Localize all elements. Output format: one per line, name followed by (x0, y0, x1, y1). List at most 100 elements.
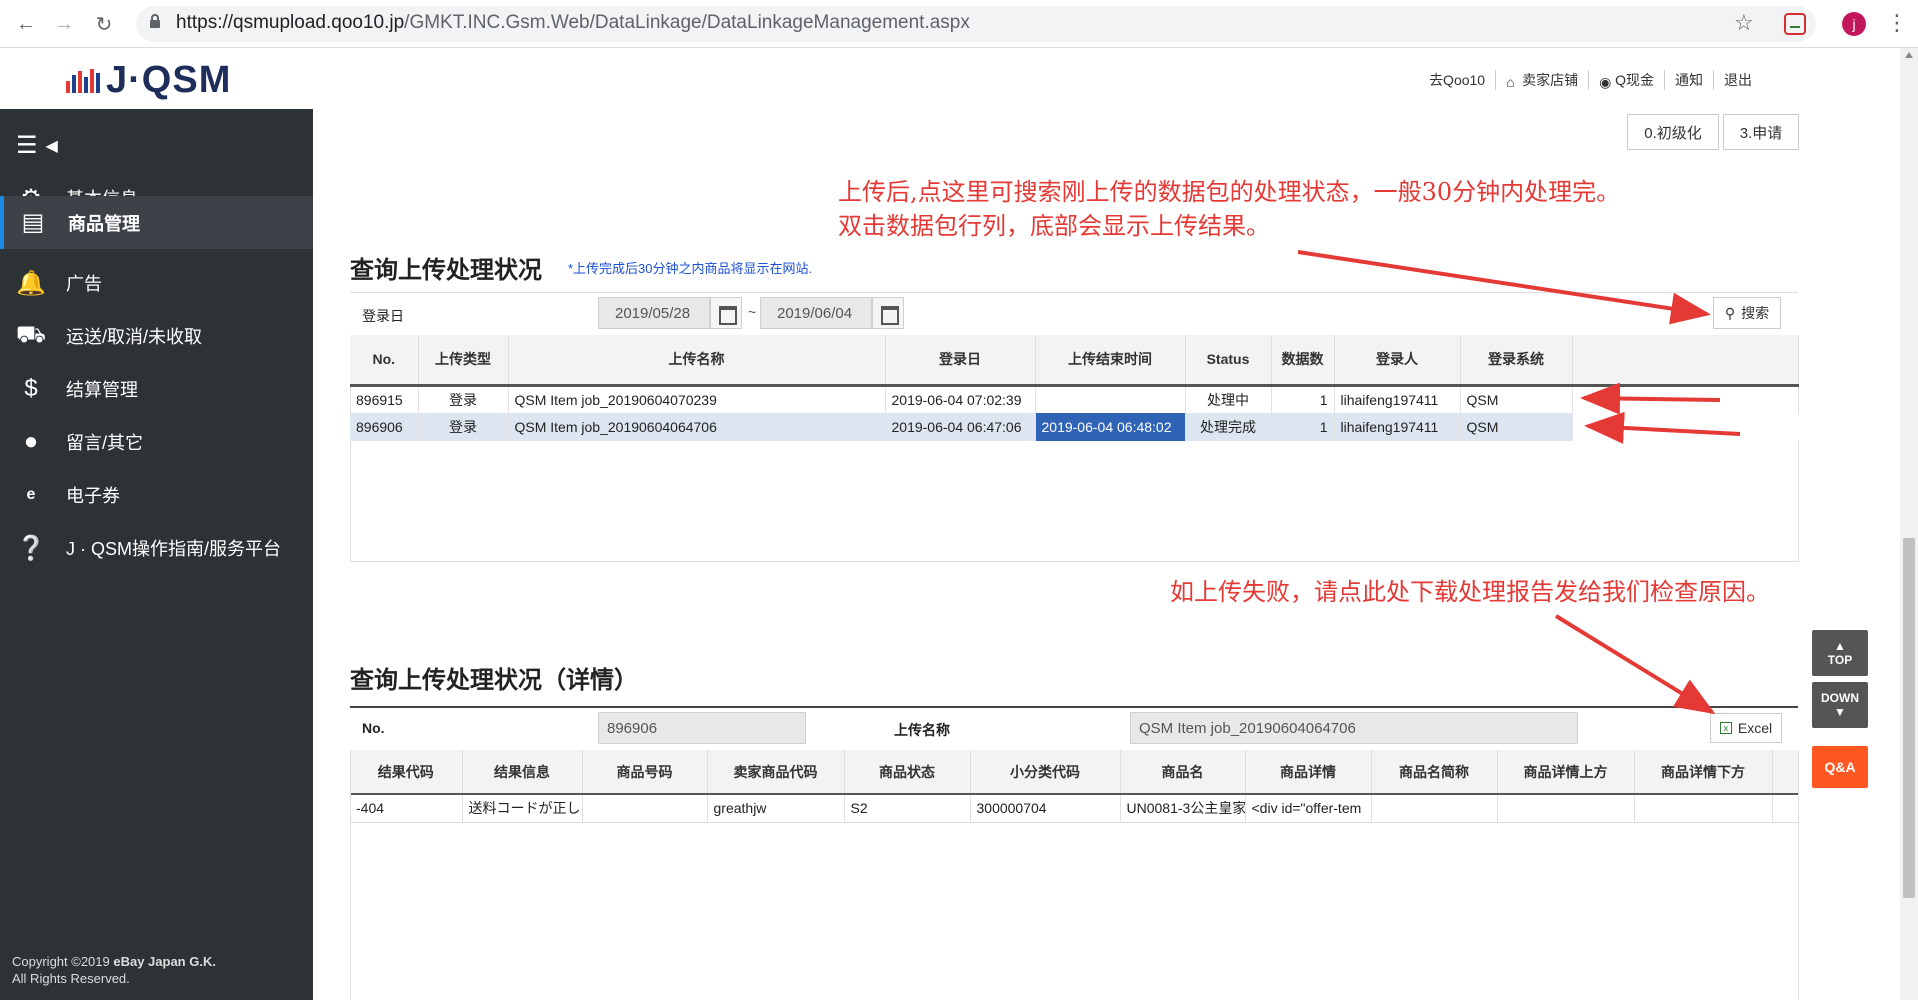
cell-short-name (1371, 794, 1498, 822)
scroll-top-button[interactable]: ▲ TOP (1812, 630, 1868, 676)
col-short-name[interactable]: 商品名简称 (1371, 750, 1498, 794)
col-seller-code[interactable]: 卖家商品代码 (707, 750, 845, 794)
detail-name-label: 上传名称 (894, 722, 950, 738)
top-links: 去Qoo10 ⌂ 卖家店铺 ◉ Q现金 通知 退出 (1419, 70, 1762, 90)
col-system[interactable]: 登录系统 (1460, 335, 1573, 385)
lock-icon (150, 14, 160, 28)
jqsm-logo[interactable]: J·QSM (66, 59, 231, 101)
truck-icon: ⛟ (15, 321, 47, 348)
browser-menu-icon[interactable]: ⋮ (1886, 10, 1908, 36)
search-button-label: 搜索 (1741, 305, 1770, 321)
col-detail-bottom[interactable]: 商品详情下方 (1634, 750, 1773, 794)
ticket-icon: e (26, 486, 36, 503)
cell-type: 登录 (418, 413, 509, 441)
col-spacer (1572, 335, 1799, 385)
col-result-code[interactable]: 结果代码 (350, 750, 463, 794)
scroll-down-button[interactable]: DOWN ▼ (1812, 682, 1868, 728)
qa-button[interactable]: Q&A (1812, 746, 1868, 788)
reload-icon[interactable]: ↻ (90, 10, 118, 38)
link-label: Q现金 (1615, 72, 1654, 88)
apply-button[interactable]: 3.申请 (1723, 114, 1799, 150)
sidebar-item-product-management[interactable]: ▤ 商品管理 (0, 196, 313, 249)
down-label: DOWN (1821, 691, 1859, 705)
col-item-number[interactable]: 商品号码 (582, 750, 708, 794)
detail-table-right-border (1798, 750, 1799, 1000)
back-icon[interactable]: ← (12, 10, 40, 38)
url-text[interactable]: https://qsmupload.qoo10.jp/GMKT.INC.Gsm.… (176, 12, 970, 34)
detail-table-left-border (350, 750, 351, 1000)
col-item-name[interactable]: 商品名 (1120, 750, 1246, 794)
forward-icon[interactable]: → (50, 10, 78, 38)
table-row[interactable]: 896915 登录 QSM Item job_20190604070239 20… (350, 385, 1799, 413)
cell-detail-top (1497, 794, 1635, 822)
sidebar-item-guide[interactable]: ❔ J · QSM操作指南/服务平台 (0, 517, 313, 579)
calendar-icon[interactable] (710, 297, 742, 329)
detail-name-field[interactable]: QSM Item job_20190604064706 (1130, 712, 1578, 744)
detail-section-title: 查询上传处理状况（详情） (350, 667, 638, 694)
cell-date: 2019-06-04 06:47:06 (885, 413, 1036, 441)
search-icon: ⚲ (1724, 304, 1736, 321)
table-row-selected[interactable]: 896906 登录 QSM Item job_20190604064706 20… (350, 413, 1799, 441)
link-label: 退出 (1724, 72, 1752, 88)
cell-end: 2019-06-04 06:48:02 (1035, 413, 1186, 441)
cell-category-code: 300000704 (970, 794, 1121, 822)
col-detail-top[interactable]: 商品详情上方 (1497, 750, 1635, 794)
home-icon: ⌂ (1506, 74, 1515, 90)
bell-icon: 🔔 (16, 269, 46, 297)
bookmark-star-icon[interactable]: ☆ (1734, 10, 1754, 36)
col-result-message[interactable]: 结果信息 (462, 750, 583, 794)
detail-no-field[interactable]: 896906 (598, 712, 806, 744)
scroll-up-icon[interactable] (1905, 52, 1913, 58)
browser-toolbar: ← → ↻ https://qsmupload.qoo10.jp/GMKT.IN… (0, 0, 1918, 48)
detail-no-label: No. (362, 720, 385, 736)
date-to-input[interactable]: 2019/06/04 (760, 297, 872, 329)
cell-date: 2019-06-04 07:02:39 (885, 385, 1036, 413)
link-notice[interactable]: 通知 (1664, 70, 1713, 90)
table-row[interactable]: -404 送料コードが正し greathjw S2 300000704 UN00… (350, 794, 1799, 822)
link-label: 卖家店铺 (1522, 72, 1579, 88)
scroll-thumb[interactable] (1903, 538, 1915, 898)
cell-item-name: UN0081-3公主皇家 (1120, 794, 1246, 822)
link-label: 通知 (1675, 72, 1703, 88)
col-upload-name[interactable]: 上传名称 (508, 335, 886, 385)
init-button[interactable]: 0.初级化 (1627, 114, 1719, 150)
col-category-code[interactable]: 小分类代码 (970, 750, 1121, 794)
cell-status: 处理中 (1185, 385, 1272, 413)
cell-result-message: 送料コードが正し (462, 794, 583, 822)
page-scrollbar[interactable] (1900, 48, 1918, 1000)
date-from-input[interactable]: 2019/05/28 (598, 297, 710, 329)
link-qcash[interactable]: ◉ Q现金 (1588, 70, 1664, 90)
search-button[interactable]: ⚲ 搜索 (1713, 297, 1781, 329)
excel-download-button[interactable]: x Excel (1710, 713, 1782, 743)
col-registrant[interactable]: 登录人 (1334, 335, 1461, 385)
col-upload-type[interactable]: 上传类型 (418, 335, 509, 385)
cell-system: QSM (1460, 413, 1573, 441)
sidebar-toggle[interactable]: ☰ ◀ (16, 131, 58, 160)
help-icon: ❔ (16, 534, 46, 562)
link-logout[interactable]: 退出 (1713, 70, 1762, 90)
cell-detail-bottom (1634, 794, 1773, 822)
col-count[interactable]: 数据数 (1271, 335, 1335, 385)
link-seller-shop[interactable]: ⌂ 卖家店铺 (1495, 70, 1588, 90)
url-host: https://qsmupload.qoo10.jp (176, 12, 405, 33)
col-no[interactable]: No. (350, 335, 419, 385)
status-table: No. 上传类型 上传名称 登录日 上传结束时间 Status 数据数 登录人 … (350, 335, 1799, 441)
sidebar-item-label: 电子券 (66, 486, 120, 506)
col-item-status[interactable]: 商品状态 (844, 750, 971, 794)
col-end-time[interactable]: 上传结束时间 (1035, 335, 1186, 385)
cell-item-detail: <div id="offer-tem (1245, 794, 1372, 822)
extension-icon[interactable] (1784, 13, 1806, 35)
annotation-line: 双击数据包行列，底部会显示上传结果。 (838, 212, 1270, 240)
link-go-qoo10[interactable]: 去Qoo10 (1419, 70, 1495, 90)
calendar-icon[interactable] (872, 297, 904, 329)
col-spacer (1772, 750, 1799, 794)
col-register-date[interactable]: 登录日 (885, 335, 1036, 385)
cell-result-code: -404 (350, 794, 463, 822)
cell-item-status: S2 (844, 794, 971, 822)
url-path: /GMKT.INC.Gsm.Web/DataLinkage/DataLinkag… (404, 12, 970, 33)
col-status[interactable]: Status (1185, 335, 1272, 385)
sidebar-item-label: 运送/取消/未收取 (66, 327, 203, 347)
status-note: *上传完成后30分钟之内商品将显示在网站. (568, 261, 813, 276)
profile-avatar[interactable]: j (1842, 12, 1866, 36)
col-item-detail[interactable]: 商品详情 (1245, 750, 1372, 794)
